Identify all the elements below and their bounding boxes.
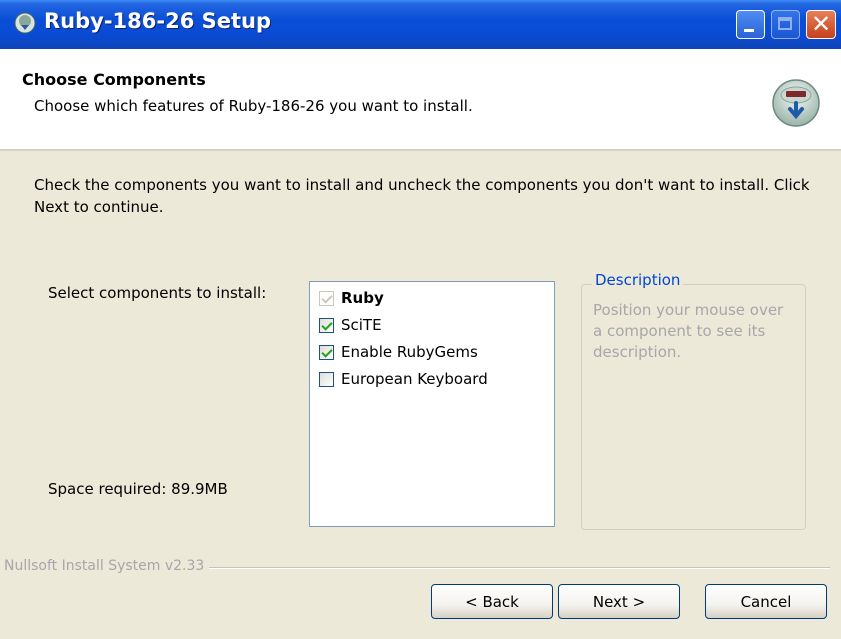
component-item[interactable]: European Keyboard (319, 368, 488, 390)
minimize-icon (744, 29, 754, 32)
space-required-label: Space required: 89.9MB (48, 480, 228, 498)
description-legend: Description (592, 271, 684, 289)
component-item[interactable]: SciTE (319, 314, 382, 336)
component-label: Ruby (341, 289, 384, 307)
component-label: European Keyboard (341, 370, 488, 388)
component-label: Enable RubyGems (341, 343, 478, 361)
component-item: Ruby (319, 287, 384, 309)
page-subtitle: Choose which features of Ruby-186-26 you… (34, 97, 473, 115)
component-checkbox (319, 290, 334, 306)
nsis-install-icon (772, 79, 820, 127)
intro-text: Check the components you want to install… (34, 176, 810, 216)
maximize-button (771, 10, 800, 39)
cancel-button[interactable]: Cancel (705, 584, 827, 619)
next-button[interactable]: Next > (558, 584, 680, 619)
description-text: Position your mouse over a component to … (593, 301, 784, 361)
header-panel: Choose Components Choose which features … (0, 49, 841, 151)
close-button[interactable]: ✕ (806, 10, 836, 39)
component-checkbox[interactable] (319, 371, 334, 387)
title-bar[interactable]: Ruby-186-26 Setup ✕ (0, 0, 841, 49)
page-title: Choose Components (22, 70, 206, 89)
window-title: Ruby-186-26 Setup (44, 9, 272, 33)
component-checkbox[interactable] (319, 344, 334, 360)
installer-icon (14, 12, 36, 34)
component-checkbox[interactable] (319, 317, 334, 333)
components-list[interactable]: Ruby SciTE Enable RubyGems European Keyboar… (309, 281, 555, 527)
component-item[interactable]: Enable RubyGems (319, 341, 478, 363)
close-icon: ✕ (810, 10, 832, 38)
branding-text: Nullsoft Install System v2.33 (4, 558, 210, 574)
minimize-button[interactable] (736, 10, 765, 39)
maximize-icon (778, 17, 792, 30)
component-label: SciTE (341, 316, 382, 334)
select-components-label: Select components to install: (48, 284, 267, 302)
back-button[interactable]: < Back (431, 584, 553, 619)
